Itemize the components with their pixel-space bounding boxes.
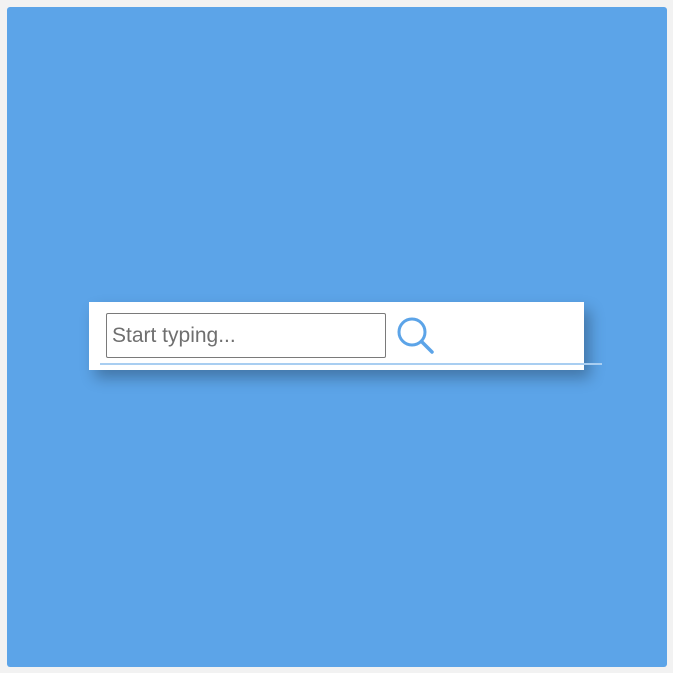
- search-underline: [100, 363, 602, 365]
- search-bar: [89, 302, 584, 370]
- search-button[interactable]: [395, 315, 439, 359]
- search-input[interactable]: [106, 313, 386, 358]
- search-icon: [397, 317, 434, 354]
- background-panel: [7, 7, 667, 667]
